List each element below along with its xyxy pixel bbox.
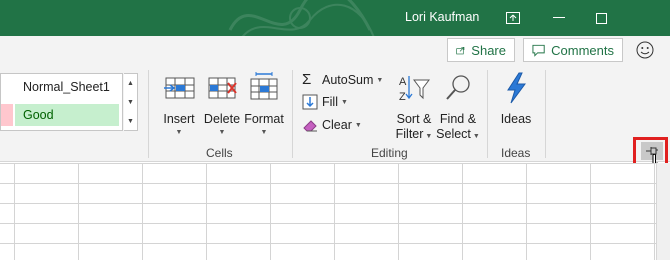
autosum-dropdown-icon: ▼ xyxy=(376,76,384,84)
ribbon-display-options-button[interactable] xyxy=(490,0,536,36)
worksheet-grid[interactable] xyxy=(0,163,670,260)
fill-down-icon xyxy=(302,94,318,110)
svg-text:Z: Z xyxy=(399,91,406,103)
scroll-up-icon[interactable]: ▲ xyxy=(124,74,137,93)
style-good[interactable]: Good xyxy=(15,104,119,126)
lightning-icon xyxy=(507,72,526,104)
format-label: Format xyxy=(244,112,284,126)
clear-button[interactable]: Clear ▼ xyxy=(302,115,362,135)
minimize-button[interactable] xyxy=(536,0,582,36)
find-select-dropdown-icon: ▼ xyxy=(472,133,480,140)
minimize-icon xyxy=(553,17,565,18)
more-styles-icon[interactable]: ▼ xyxy=(124,112,137,131)
ideas-group-label: Ideas xyxy=(501,146,531,160)
style-bad[interactable] xyxy=(1,104,13,126)
maximize-icon xyxy=(595,12,607,24)
group-divider xyxy=(292,70,293,158)
vertical-scrollbar[interactable] xyxy=(656,163,670,260)
ribbon-display-options-icon xyxy=(506,12,520,24)
sort-filter-button[interactable]: A Z Sort & Filter ▼ xyxy=(394,72,434,144)
insert-cells-icon xyxy=(164,77,195,99)
format-cells-icon xyxy=(250,72,278,100)
comments-label: Comments xyxy=(551,42,614,58)
delete-button[interactable]: Delete ▼ xyxy=(202,72,242,139)
format-dropdown-icon: ▼ xyxy=(260,129,268,136)
group-divider xyxy=(148,70,149,158)
delete-label: Delete xyxy=(203,112,241,126)
insert-dropdown-icon: ▼ xyxy=(175,129,183,136)
group-divider xyxy=(545,70,546,158)
sort-filter-label: Sort & Filter ▼ xyxy=(394,112,434,144)
styles-gallery-scroll[interactable]: ▲ ▼ ▼ xyxy=(124,73,138,131)
delete-cells-icon xyxy=(208,77,237,99)
svg-text:A: A xyxy=(399,76,407,88)
share-label: Share xyxy=(471,42,506,58)
clear-label: Clear xyxy=(322,118,352,132)
fill-dropdown-icon: ▼ xyxy=(340,98,348,106)
share-bar: Share Comments xyxy=(0,36,670,64)
maximize-button[interactable] xyxy=(578,0,624,36)
magnifier-icon xyxy=(446,75,470,100)
ideas-label: Ideas xyxy=(500,112,532,126)
group-divider xyxy=(487,70,488,158)
title-bar: Lori Kaufman xyxy=(0,0,670,36)
sort-filter-dropdown-icon: ▼ xyxy=(425,133,433,140)
delete-dropdown-icon: ▼ xyxy=(218,129,226,136)
cells-group-label: Cells xyxy=(206,146,233,160)
insert-button[interactable]: Insert ▼ xyxy=(157,72,201,139)
format-button[interactable]: Format ▼ xyxy=(242,72,286,139)
comment-icon xyxy=(532,44,545,57)
ribbon: Normal_Sheet1 Good ▲ ▼ ▼ Insert ▼ Delete… xyxy=(0,64,670,162)
smiley-icon[interactable] xyxy=(636,41,654,59)
comments-button[interactable]: Comments xyxy=(523,38,623,62)
find-select-label-line1: Find & xyxy=(439,112,477,126)
user-name[interactable]: Lori Kaufman xyxy=(405,10,479,24)
eraser-icon xyxy=(303,120,317,132)
clear-dropdown-icon: ▼ xyxy=(354,121,362,129)
fill-button[interactable]: Fill ▼ xyxy=(302,92,348,112)
cell-styles-gallery: Normal_Sheet1 Good xyxy=(0,73,123,131)
decorative-pattern xyxy=(228,0,375,36)
insert-label: Insert xyxy=(163,112,195,126)
fill-label: Fill xyxy=(322,95,338,109)
share-button[interactable]: Share xyxy=(447,38,515,62)
sort-filter-icon: A Z xyxy=(399,76,430,103)
share-icon xyxy=(456,47,465,55)
editing-group-label: Editing xyxy=(371,146,408,160)
autosum-button[interactable]: Σ AutoSum ▼ xyxy=(302,70,383,90)
ideas-button[interactable]: Ideas xyxy=(496,72,536,127)
style-normal-sheet1[interactable]: Normal_Sheet1 xyxy=(15,76,119,98)
find-select-label: Find & Select ▼ xyxy=(436,112,480,144)
sort-filter-label-line1: Sort & xyxy=(396,112,432,126)
autosum-label: AutoSum xyxy=(322,73,374,87)
sort-filter-label-line2: Filter xyxy=(395,127,424,141)
autosum-icon: Σ xyxy=(302,71,312,88)
find-select-label-line2: Select xyxy=(436,127,471,141)
scroll-down-icon[interactable]: ▼ xyxy=(124,93,137,112)
find-select-button[interactable]: Find & Select ▼ xyxy=(436,72,480,144)
